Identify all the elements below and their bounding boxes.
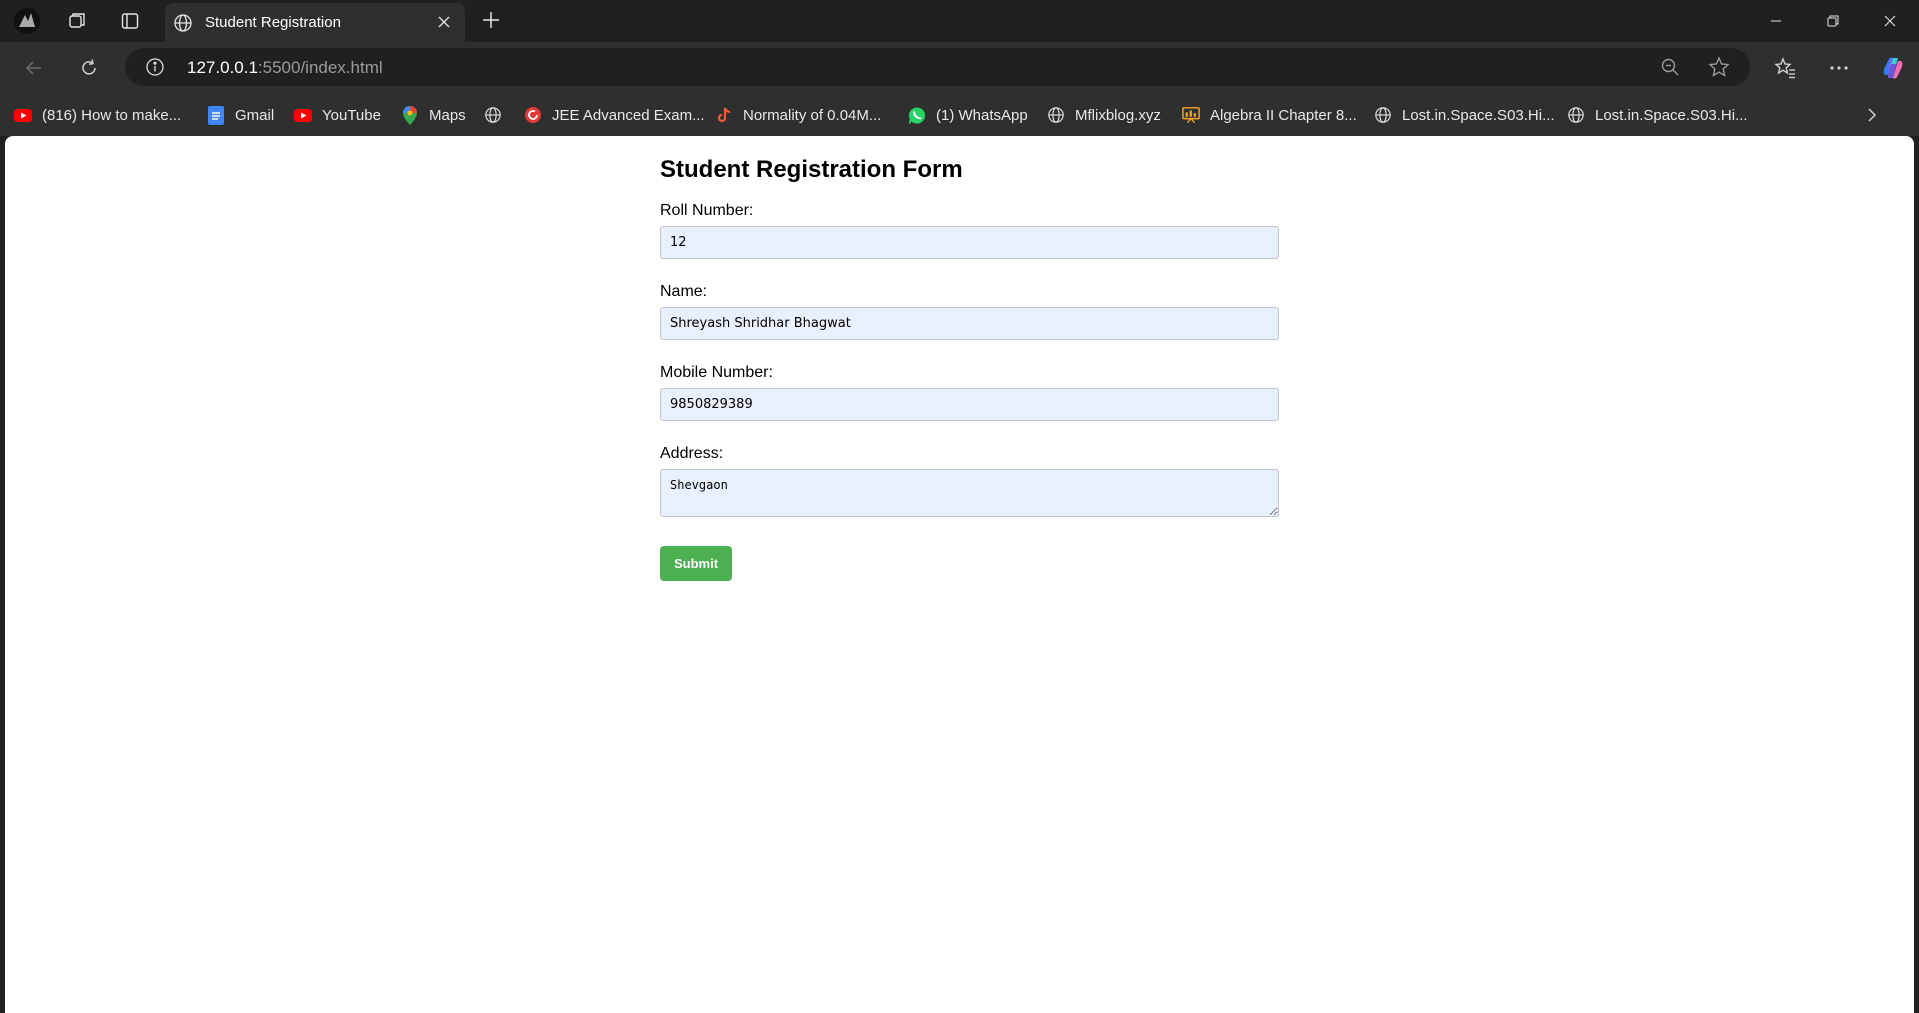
youtube-icon xyxy=(14,106,32,124)
address-bar[interactable]: 127.0.0.1:5500/index.html xyxy=(125,48,1750,86)
bookmark-item[interactable]: (1) WhatsApp xyxy=(908,102,1028,128)
close-window-icon[interactable] xyxy=(1862,0,1918,42)
bookmark-label: Lost.in.Space.S03.Hi... xyxy=(1402,106,1555,124)
bookmark-label: (816) How to make... xyxy=(42,106,182,124)
tiktok-icon xyxy=(715,106,733,124)
docs-icon xyxy=(207,105,225,125)
page-viewport: Student Registration Form Roll Number: N… xyxy=(5,136,1914,1013)
globe-icon xyxy=(1567,106,1585,124)
presentation-icon xyxy=(1182,106,1200,124)
favorites-icon[interactable] xyxy=(1769,52,1801,84)
more-menu-icon[interactable] xyxy=(1823,52,1855,84)
title-bar: Student Registration xyxy=(0,0,1919,42)
bookmark-item[interactable]: Lost.in.Space.S03.Hi... xyxy=(1374,102,1555,128)
bookmark-item[interactable]: Mflixblog.xyz xyxy=(1047,102,1161,128)
bookmark-item[interactable]: Gmail xyxy=(207,102,274,128)
bookmark-label: YouTube xyxy=(322,106,381,124)
mobile-number-input[interactable] xyxy=(660,388,1279,421)
zoom-out-icon[interactable] xyxy=(1660,57,1680,77)
tab-title: Student Registration xyxy=(205,14,341,31)
bookmark-label: JEE Advanced Exam... xyxy=(552,106,705,124)
url-text: 127.0.0.1:5500/index.html xyxy=(187,58,383,77)
more-bookmarks-chevron-icon[interactable] xyxy=(1866,102,1878,128)
name-input[interactable] xyxy=(660,307,1279,340)
bookmarks-bar: (816) How to make... Gmail YouTube Maps … xyxy=(0,94,1919,136)
roll-number-input[interactable] xyxy=(660,226,1279,259)
bookmark-item[interactable]: Lost.in.Space.S03.Hi... xyxy=(1567,102,1748,128)
bookmark-item[interactable]: (816) How to make... xyxy=(14,102,181,128)
maps-pin-icon xyxy=(401,105,419,125)
bookmark-item[interactable]: Algebra II Chapter 8... xyxy=(1182,102,1357,128)
globe-icon xyxy=(1374,106,1392,124)
bookmark-item[interactable]: JEE Advanced Exam... xyxy=(524,102,705,128)
bookmark-label: Lost.in.Space.S03.Hi... xyxy=(1595,106,1748,124)
bookmark-label: Algebra II Chapter 8... xyxy=(1210,106,1357,124)
globe-icon xyxy=(1047,106,1065,124)
site-info-icon[interactable] xyxy=(145,57,165,77)
tab-actions-icon[interactable] xyxy=(116,8,144,34)
browser-toolbar: 127.0.0.1:5500/index.html xyxy=(0,42,1919,94)
bookmark-item[interactable]: Normality of 0.04M... xyxy=(715,102,881,128)
close-tab-icon[interactable] xyxy=(433,11,455,33)
globe-icon xyxy=(173,13,193,33)
whatsapp-icon xyxy=(908,106,926,124)
bookmark-label: (1) WhatsApp xyxy=(936,106,1028,124)
workspaces-icon[interactable] xyxy=(63,8,91,34)
page-title: Student Registration Form xyxy=(660,156,963,183)
favorite-star-icon[interactable] xyxy=(1708,56,1730,78)
bookmark-item[interactable]: YouTube xyxy=(294,102,381,128)
tab-student-registration[interactable]: Student Registration xyxy=(165,3,465,42)
globe-icon xyxy=(484,106,502,124)
refresh-icon[interactable] xyxy=(73,52,105,84)
minimize-icon[interactable] xyxy=(1748,0,1804,42)
submit-button[interactable]: Submit xyxy=(660,546,732,581)
bookmark-label: Maps xyxy=(429,106,466,124)
mobile-number-label: Mobile Number: xyxy=(660,364,773,381)
youtube-icon xyxy=(294,106,312,124)
profile-avatar[interactable] xyxy=(13,8,41,34)
bookmark-item[interactable] xyxy=(484,102,512,128)
address-label: Address: xyxy=(660,445,724,462)
copilot-icon[interactable] xyxy=(1877,52,1909,84)
bookmark-label: Gmail xyxy=(235,106,275,124)
bookmark-label: Normality of 0.04M... xyxy=(743,106,882,124)
name-label: Name: xyxy=(660,283,708,300)
bookmark-label: Mflixblog.xyz xyxy=(1075,106,1161,124)
new-tab-icon[interactable] xyxy=(478,8,504,34)
refresh-red-icon xyxy=(524,106,542,124)
roll-number-label: Roll Number: xyxy=(660,202,754,219)
back-icon[interactable] xyxy=(18,52,50,84)
address-textarea[interactable]: Shevgaon xyxy=(660,469,1279,517)
restore-icon[interactable] xyxy=(1805,0,1861,42)
bookmark-item[interactable]: Maps xyxy=(401,102,466,128)
